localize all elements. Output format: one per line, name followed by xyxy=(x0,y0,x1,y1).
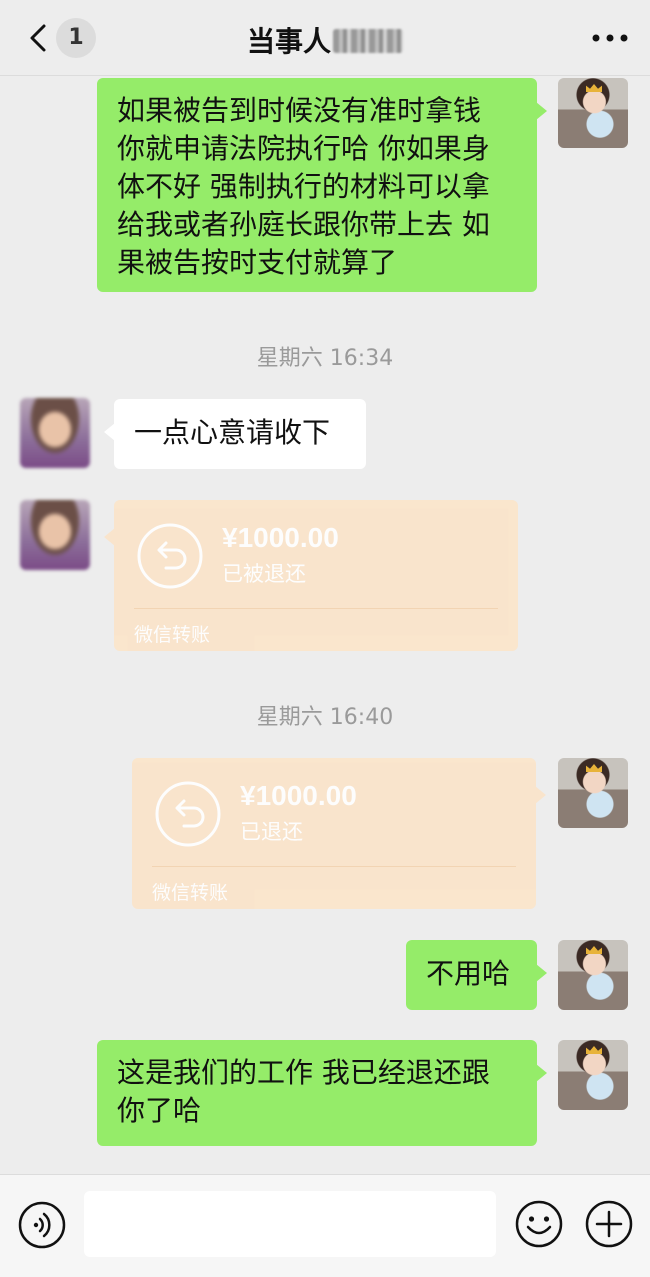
voice-button[interactable] xyxy=(18,1201,66,1249)
divider xyxy=(134,608,498,609)
avatar-self[interactable] xyxy=(558,940,628,1010)
more-options-button[interactable] xyxy=(590,22,630,54)
more-functions-button[interactable] xyxy=(584,1199,634,1249)
emoji-button[interactable] xyxy=(514,1199,564,1249)
avatar-self[interactable] xyxy=(558,78,628,148)
message-bubble-self[interactable]: 不用哈 xyxy=(406,940,547,1010)
avatar-self[interactable] xyxy=(558,758,628,828)
message-bubble-self[interactable]: 这是我们的工作 我已经退还跟 你了哈 xyxy=(97,1040,547,1146)
transfer-card[interactable]: ¥1000.00 已退还 微信转账 xyxy=(132,758,546,909)
avatar-other[interactable] xyxy=(20,500,90,570)
message-input[interactable] xyxy=(84,1191,496,1257)
chat-header: 1 当事人 xyxy=(0,0,650,76)
message-bubble-other[interactable]: 一点心意请收下 xyxy=(104,399,366,469)
message-line: 你了哈 xyxy=(117,1094,202,1127)
emoji-icon xyxy=(515,1200,563,1248)
transfer-label: 微信转账 xyxy=(134,624,211,646)
chat-title-text: 当事人 xyxy=(246,25,331,58)
plus-icon xyxy=(585,1200,633,1248)
transfer-status: 已被退还 xyxy=(222,562,306,586)
timestamp: 星期六 16:40 xyxy=(256,705,394,730)
avatar-self[interactable] xyxy=(558,1040,628,1110)
redacted-name xyxy=(333,29,403,53)
message-line: 果被告按时支付就算了 xyxy=(117,246,398,279)
input-bar xyxy=(0,1174,650,1277)
divider xyxy=(152,866,516,867)
transfer-amount: ¥1000.00 xyxy=(240,780,357,811)
message-line: 你就申请法院执行哈 你如果身 xyxy=(117,132,490,165)
transfer-card[interactable]: ¥1000.00 已被退还 微信转账 xyxy=(104,500,518,651)
ellipsis-icon xyxy=(592,34,628,42)
transfer-label: 微信转账 xyxy=(152,882,229,904)
avatar-other[interactable] xyxy=(20,398,90,468)
chat-title: 当事人 xyxy=(0,20,650,60)
transfer-status: 已退还 xyxy=(240,820,303,844)
return-arrow-icon xyxy=(137,523,203,589)
voice-icon xyxy=(18,1201,66,1249)
chat-screen: 1 当事人 如果被告到时候没有准时拿钱 你就申请法院执行哈 你如果身 体不好 强… xyxy=(0,0,650,1277)
timestamp: 星期六 16:34 xyxy=(256,346,394,371)
message-line: 这是我们的工作 我已经退还跟 xyxy=(117,1056,490,1089)
transfer-amount: ¥1000.00 xyxy=(222,522,339,553)
message-line: 给我或者孙庭长跟你带上去 如 xyxy=(117,208,490,241)
message-bubble-self[interactable]: 如果被告到时候没有准时拿钱 你就申请法院执行哈 你如果身 体不好 强制执行的材料… xyxy=(97,78,547,292)
message-line: 如果被告到时候没有准时拿钱 xyxy=(117,94,482,127)
message-line: 体不好 强制执行的材料可以拿 xyxy=(117,170,490,203)
return-arrow-icon xyxy=(155,781,221,847)
